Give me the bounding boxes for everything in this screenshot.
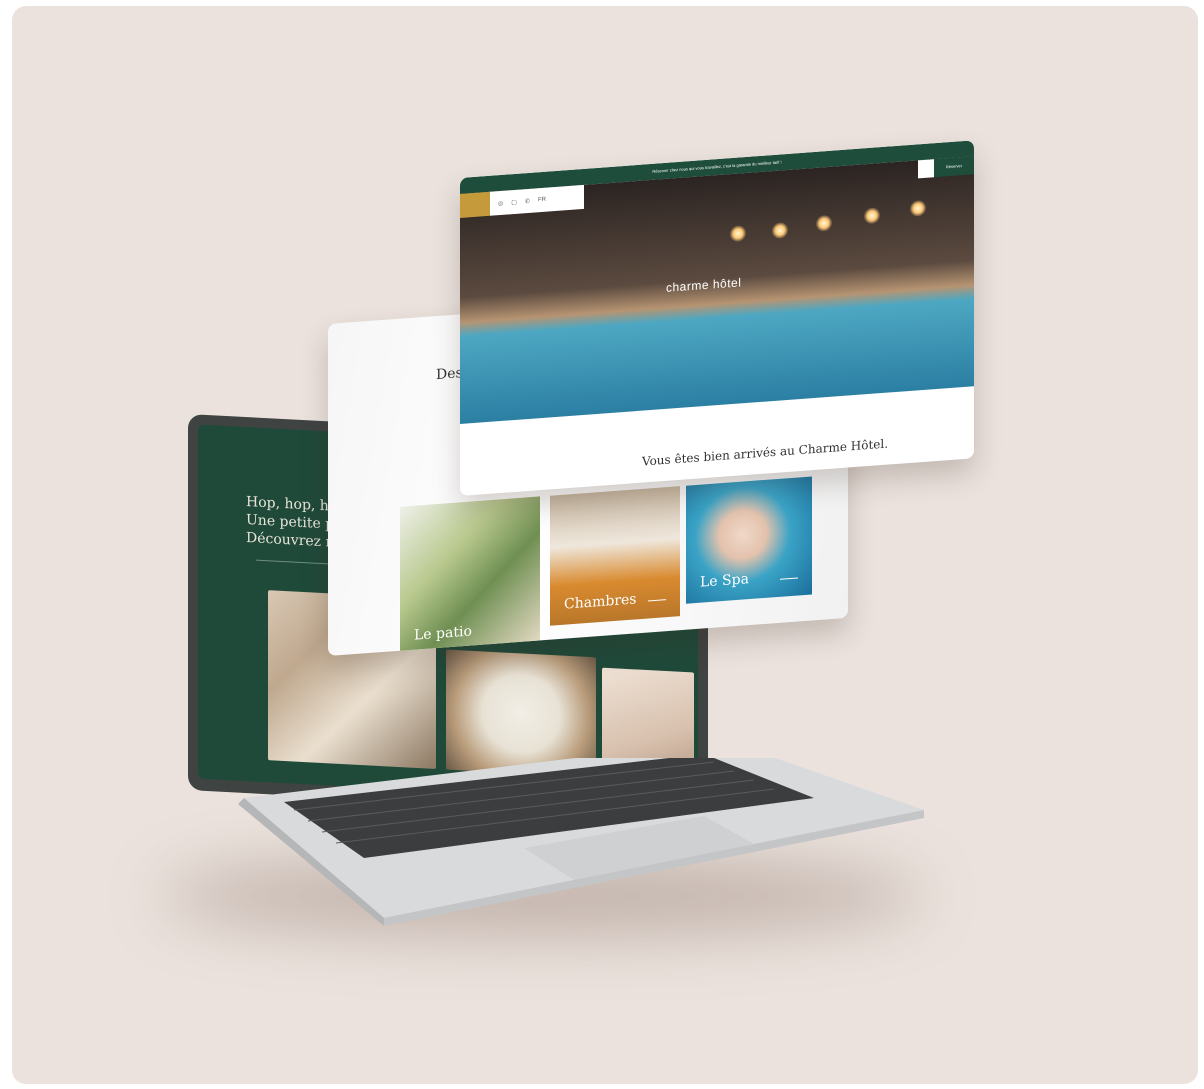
lamp — [816, 214, 832, 232]
tile-chambres[interactable]: Chambres — [550, 486, 680, 626]
grid-icon[interactable] — [918, 159, 934, 179]
map-pin-icon[interactable]: ◎ — [498, 199, 503, 206]
menu-button[interactable] — [460, 191, 490, 218]
tile-label: Le patio — [414, 623, 472, 644]
top-page: Réserver chez nous qui vous travaillez, … — [460, 140, 974, 496]
lamp — [910, 199, 926, 217]
lamp — [772, 221, 788, 240]
arrow-right-icon — [780, 577, 798, 580]
tile-patio[interactable]: Le patio — [400, 496, 540, 656]
laptop-base — [238, 758, 924, 926]
arrow-right-icon — [648, 599, 666, 602]
tile-label: Le Spa — [700, 571, 749, 591]
book-button[interactable]: Réserver — [934, 156, 974, 178]
mockup-background: Hop, hop, hop. Une petite pau Découvrez … — [12, 6, 1198, 1084]
phone-icon[interactable]: ✆ — [525, 197, 530, 204]
welcome-text: Vous êtes bien arrivés au Charme Hôtel. — [642, 436, 889, 469]
language-select[interactable]: FR — [538, 197, 546, 204]
mail-icon[interactable]: ▢ — [511, 198, 517, 205]
lamp — [730, 224, 746, 243]
lamp — [864, 207, 880, 225]
tile-label: Chambres — [564, 591, 637, 613]
tile-spa[interactable]: Le Spa — [686, 476, 812, 604]
